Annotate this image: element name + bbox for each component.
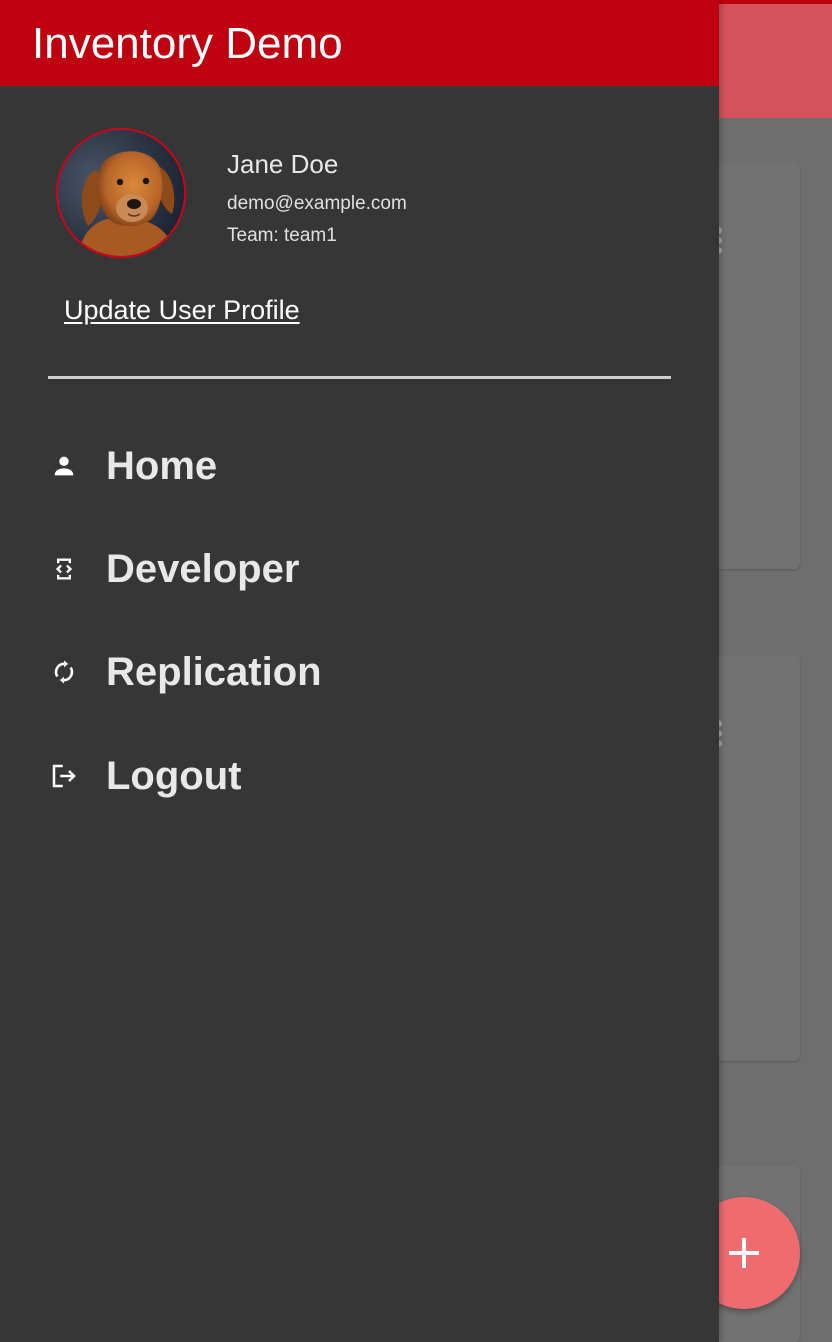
person-icon xyxy=(44,446,84,486)
drawer-app-bar: Inventory Demo xyxy=(0,0,719,86)
screen: Inventory Demo Jane Doe demo@example.com… xyxy=(0,0,832,1342)
nav-item-label: Logout xyxy=(106,754,242,798)
update-user-profile-link[interactable]: Update User Profile xyxy=(64,293,300,327)
logout-icon xyxy=(44,756,84,796)
nav-item-home[interactable]: Home xyxy=(44,430,684,502)
plus-icon xyxy=(729,1238,759,1268)
avatar xyxy=(56,128,186,258)
nav-item-label: Replication xyxy=(106,650,322,694)
user-name: Jane Doe xyxy=(227,149,339,179)
nav-item-replication[interactable]: Replication xyxy=(44,636,684,708)
app-title: Inventory Demo xyxy=(32,19,343,68)
user-email: demo@example.com xyxy=(227,193,407,214)
nav-item-label: Home xyxy=(106,444,218,488)
developer-mode-icon xyxy=(44,549,84,589)
user-team: Team: team1 xyxy=(227,225,337,246)
navigation-drawer: Inventory Demo Jane Doe demo@example.com… xyxy=(0,0,719,1342)
nav-item-logout[interactable]: Logout xyxy=(44,740,684,812)
divider xyxy=(48,376,671,379)
nav-item-label: Developer xyxy=(106,547,300,591)
sync-icon xyxy=(44,652,84,692)
dog-photo xyxy=(58,130,184,256)
nav-item-developer[interactable]: Developer xyxy=(44,533,684,605)
